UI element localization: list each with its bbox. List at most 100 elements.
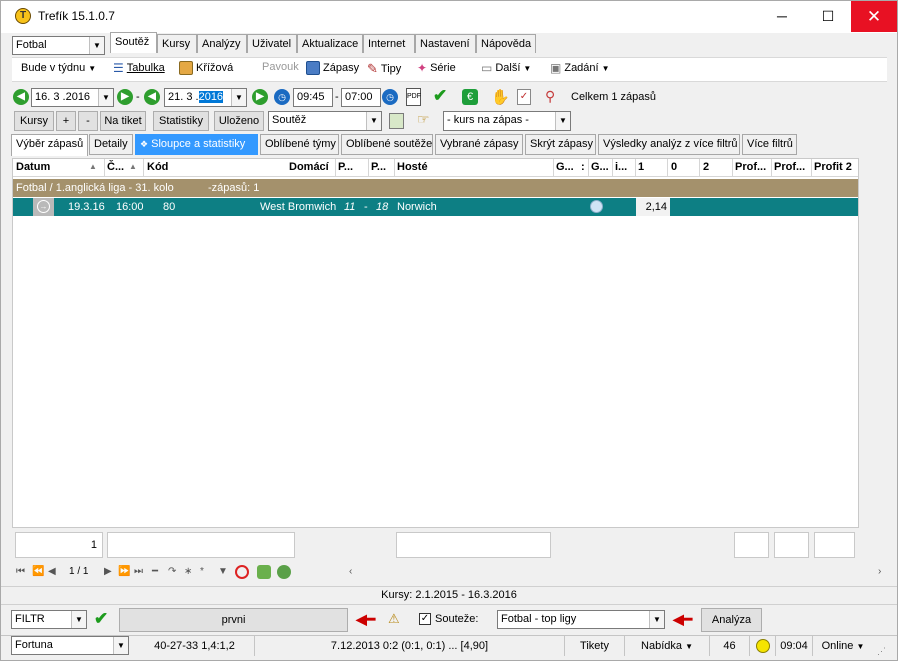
tab-aktualizace[interactable]: Aktualizace [297, 34, 363, 53]
time-reset-icon[interactable]: ◷ [274, 89, 290, 105]
time-now-icon[interactable]: ◷ [382, 89, 398, 105]
serie-button[interactable]: ✦ Série [417, 61, 456, 75]
sport-select[interactable]: Fotbal ▼ [12, 36, 105, 55]
column-header-0[interactable]: 0 [671, 161, 677, 173]
pavouk-button[interactable]: Pavouk [262, 61, 299, 73]
prev-page-icon[interactable]: ⏪ [32, 566, 44, 577]
date-to-input[interactable]: 21. 3 .2016 ▼ [164, 88, 247, 107]
na-tiket-button[interactable]: Na tiket [100, 111, 146, 131]
krizova-button[interactable]: Křížová [179, 61, 233, 75]
refresh-icon[interactable]: ↷ [168, 566, 176, 577]
tab-sloupce-a-statistiky[interactable]: ❖ Sloupce a statistiky [135, 134, 258, 155]
group-row[interactable]: Fotbal / 1.anglická liga - 31. kolo -záp… [13, 179, 858, 197]
tab-vice-filtru[interactable]: Více filtrů [742, 134, 797, 155]
tab-vybrane-zapasy[interactable]: Vybrané zápasy [435, 134, 523, 155]
column-header-domaci[interactable]: Domácí [289, 161, 329, 173]
plus-button[interactable]: + [56, 111, 76, 131]
online-dropdown[interactable]: Online ▼ [813, 636, 873, 656]
delete-record-icon[interactable]: ━ [152, 566, 158, 577]
tab-oblibene-souteze[interactable]: Oblíbené soutěže [341, 134, 433, 155]
prev-date-icon[interactable]: ◀ [13, 89, 29, 105]
apply-filter-icon[interactable]: ✔ [94, 609, 108, 629]
first-record-icon[interactable]: ⏮ [16, 566, 25, 577]
tikety-button[interactable]: Tikety [565, 636, 625, 656]
next-page-icon[interactable]: ⏩ [118, 566, 130, 577]
next-date-icon[interactable]: ▶ [117, 89, 133, 105]
globe-icon[interactable] [590, 200, 603, 213]
filtr-select[interactable]: FILTR ▼ [11, 610, 87, 629]
tab-napoveda[interactable]: Nápověda [476, 34, 536, 53]
soutez-filter-icon[interactable] [389, 113, 404, 129]
tab-soutez[interactable]: Soutěž [110, 32, 157, 53]
tab-kursy[interactable]: Kursy [157, 34, 197, 53]
next-record-icon[interactable]: ▶ [104, 566, 112, 577]
time-to-input[interactable]: 07:00 [341, 88, 381, 107]
zapasy-button[interactable]: Zápasy [306, 61, 359, 75]
filter-asterisk-icon[interactable]: * [200, 566, 204, 577]
column-header-hoste[interactable]: Hosté [397, 161, 428, 173]
column-header-profit-0[interactable]: Prof... [774, 161, 805, 173]
filter-name-button[interactable]: prvni [119, 608, 348, 632]
pdf-icon[interactable]: PDF [406, 88, 421, 106]
column-header-kod[interactable]: Kód [147, 161, 168, 173]
column-header-profit-2[interactable]: Profit 2 [814, 161, 852, 173]
scroll-right-icon[interactable]: › [878, 566, 881, 577]
minus-button[interactable]: - [78, 111, 98, 131]
tab-vyber-zapasu[interactable]: Výběr zápasů [11, 134, 88, 156]
statistiky-button[interactable]: Statistiky [153, 111, 209, 131]
search-zoom-icon[interactable]: ⚲ [545, 88, 555, 105]
column-header-datum[interactable]: Datum [16, 161, 50, 173]
checkmark-icon[interactable]: ✔ [433, 86, 447, 106]
date-from-input[interactable]: 16. 3 .2016 ▼ [31, 88, 114, 107]
souteze-checkbox[interactable]: ✓ [419, 613, 431, 625]
odds-1[interactable]: 2,14 [636, 198, 670, 216]
scroll-left-icon[interactable]: ‹ [349, 566, 352, 577]
column-header-info[interactable]: i... [615, 161, 627, 173]
prev-date-to-icon[interactable]: ◀ [144, 89, 160, 105]
hand-icon[interactable]: ✋ [491, 88, 510, 106]
column-header-colon[interactable]: : [581, 161, 585, 173]
column-header-2[interactable]: 2 [703, 161, 709, 173]
column-header-cislo[interactable]: Č... [107, 161, 124, 173]
asterisk-icon[interactable]: ∗ [184, 566, 192, 577]
column-header-profit-1[interactable]: Prof... [735, 161, 766, 173]
tab-vysledky-analyz[interactable]: Výsledky analýz z více filtrů [598, 134, 740, 155]
ulozeno-button[interactable]: Uloženo [214, 111, 264, 131]
column-header-pos-home[interactable]: P... [338, 161, 353, 173]
warning-person-icon[interactable]: ⚠ [388, 611, 400, 627]
zadani-button[interactable]: ▣ Zadání ▼ [550, 61, 610, 75]
filter-icon[interactable]: ▼ [218, 566, 228, 577]
soutez-select[interactable]: Soutěž ▼ [268, 111, 382, 131]
next-date-to-icon[interactable]: ▶ [252, 89, 268, 105]
dalsi-button[interactable]: ▭ Další ▼ [481, 61, 531, 75]
maximize-button[interactable]: ☐ [805, 1, 851, 32]
tab-oblibene-tymy[interactable]: Oblíbené týmy [260, 134, 339, 155]
column-header-goals-away[interactable]: G... [591, 161, 609, 173]
kurs-select[interactable]: - kurs na zápas - ▼ [443, 111, 571, 131]
reload-icon[interactable] [277, 565, 291, 579]
stop-icon[interactable] [235, 565, 249, 579]
minimize-button[interactable]: ─ [759, 1, 805, 32]
euro-icon[interactable]: € [462, 89, 478, 105]
last-record-icon[interactable]: ⏭ [134, 566, 143, 577]
add-icon[interactable] [257, 565, 271, 579]
column-header-pos-away[interactable]: P... [371, 161, 386, 173]
tab-nastaveni[interactable]: Nastavení [415, 34, 476, 53]
tab-uzivatel[interactable]: Uživatel [247, 34, 297, 53]
resize-grip-icon[interactable]: ⋰ [877, 646, 886, 657]
prev-record-icon[interactable]: ◀ [48, 566, 56, 577]
tabulka-button[interactable]: ☰ Tabulka [113, 61, 165, 75]
column-header-goals-home[interactable]: G... [556, 161, 574, 173]
nabidka-dropdown[interactable]: Nabídka ▼ [625, 636, 710, 656]
bookmaker-select[interactable]: Fortuna ▼ [11, 636, 129, 655]
column-header-1[interactable]: 1 [638, 161, 644, 173]
tab-detaily[interactable]: Detaily [89, 134, 133, 155]
time-from-input[interactable]: 09:45 [293, 88, 333, 107]
tab-skryt-zapasy[interactable]: Skrýt zápasy [525, 134, 596, 155]
period-dropdown[interactable]: Bude v týdnu ▼ [21, 62, 96, 74]
analyza-button[interactable]: Analýza [701, 608, 762, 632]
pointing-hand-icon[interactable]: ☞ [417, 111, 430, 128]
kursy-button[interactable]: Kursy [14, 111, 54, 131]
report-icon[interactable]: ✓ [517, 89, 531, 105]
row-arrow-icon[interactable]: → [37, 200, 50, 213]
